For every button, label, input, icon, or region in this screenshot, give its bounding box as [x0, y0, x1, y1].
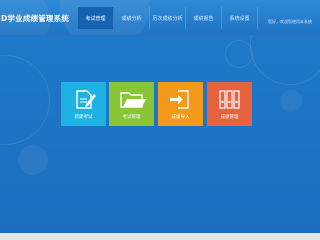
background-ring [0, 55, 50, 145]
background-bubble [18, 145, 48, 175]
nav-item-score-analysis[interactable]: 成绩分析 [114, 7, 150, 29]
background-ring [225, 40, 253, 68]
tile-new-exam[interactable]: 新建考试 [61, 82, 106, 126]
tile-exam-management[interactable]: 考试管理 [109, 82, 154, 126]
tile-label: 成绩导入 [171, 115, 190, 120]
status-bar [0, 233, 320, 240]
nav-item-exam-management[interactable]: 考试管理 [78, 7, 114, 29]
folder-icon [120, 92, 146, 108]
user-greeting: 您好，欢迎您使用本系统 [268, 19, 312, 24]
background-ring [250, 35, 320, 85]
main-dashboard: 新建考试 考试管理 成绩导入 成绩管理 [0, 35, 320, 233]
tile-label: 成绩管理 [220, 115, 239, 120]
tile-score-management[interactable]: 成绩管理 [207, 82, 252, 126]
edit-document-icon [76, 90, 96, 109]
import-icon [170, 90, 189, 109]
tile-score-import[interactable]: 成绩导入 [158, 82, 203, 126]
nav-item-history-analysis[interactable]: 历次成绩分析 [150, 7, 186, 29]
app-title: D学业成绩管理系统 [1, 14, 70, 23]
tile-label: 考试管理 [122, 115, 141, 120]
nav-item-system-settings[interactable]: 系统设置 [222, 7, 258, 29]
main-nav: 考试管理 成绩分析 历次成绩分析 成绩报告 系统设置 [78, 7, 258, 29]
binders-icon [219, 90, 240, 109]
top-header: D学业成绩管理系统 考试管理 成绩分析 历次成绩分析 成绩报告 系统设置 您好，… [0, 0, 320, 35]
tile-label: 新建考试 [74, 115, 93, 120]
nav-item-score-report[interactable]: 成绩报告 [186, 7, 222, 29]
background-bubble [280, 90, 302, 112]
